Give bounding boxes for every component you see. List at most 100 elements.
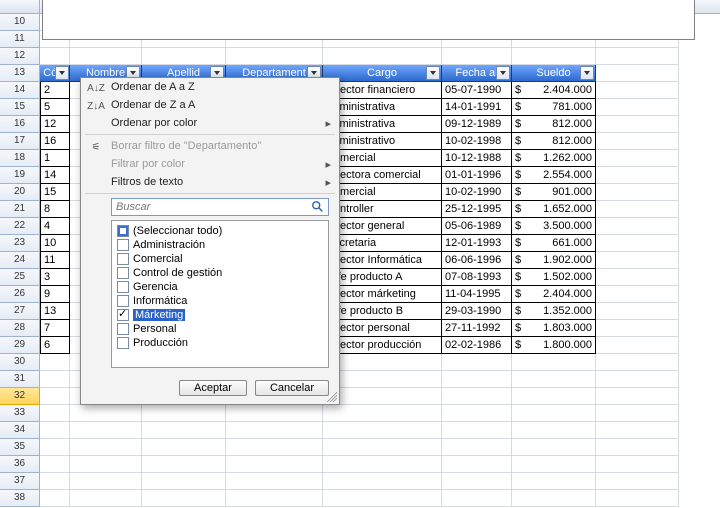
row-header[interactable]: 28 [0, 320, 40, 337]
header-sueldo[interactable]: Sueldo [512, 65, 596, 82]
row-header[interactable]: 13 [0, 65, 40, 82]
cell-fecha[interactable]: 07-08-1993 [442, 269, 512, 286]
cell[interactable] [323, 388, 442, 405]
cell[interactable] [40, 422, 70, 439]
checkbox[interactable] [117, 281, 129, 293]
header-fecha[interactable]: Fecha al [442, 65, 512, 82]
cell[interactable] [596, 490, 679, 507]
cell-sueldo[interactable]: $2.404.000 [512, 82, 596, 99]
cell[interactable] [323, 48, 442, 65]
cell[interactable] [226, 490, 323, 507]
cell[interactable] [70, 48, 142, 65]
cell-sueldo[interactable]: $901.000 [512, 184, 596, 201]
cell-cargo[interactable]: Directora comercial [323, 167, 442, 184]
filter-value-item[interactable]: Gerencia [115, 280, 325, 294]
cell[interactable] [512, 388, 596, 405]
row-header[interactable]: 30 [0, 354, 40, 371]
row-header[interactable]: 26 [0, 286, 40, 303]
cell[interactable] [323, 354, 442, 371]
row-header[interactable]: 31 [0, 371, 40, 388]
cell-fecha[interactable]: 06-06-1996 [442, 252, 512, 269]
cell[interactable] [512, 422, 596, 439]
cell[interactable] [70, 439, 142, 456]
filter-value-item[interactable]: (Seleccionar todo) [115, 224, 325, 238]
cell-fecha[interactable]: 29-03-1990 [442, 303, 512, 320]
row-header[interactable]: 24 [0, 252, 40, 269]
cell[interactable] [442, 439, 512, 456]
cell-sueldo[interactable]: $781.000 [512, 99, 596, 116]
header-codigo[interactable]: Códi [40, 65, 70, 82]
cell[interactable] [512, 456, 596, 473]
cell-cargo[interactable]: Administrativa [323, 116, 442, 133]
cell[interactable] [596, 133, 679, 150]
cell[interactable] [596, 150, 679, 167]
cell-fecha[interactable]: 10-02-1998 [442, 133, 512, 150]
row-header[interactable]: 34 [0, 422, 40, 439]
cell[interactable] [596, 218, 679, 235]
filter-value-item[interactable]: Control de gestión [115, 266, 325, 280]
cell[interactable] [40, 456, 70, 473]
row-header[interactable]: 14 [0, 82, 40, 99]
cell[interactable] [596, 422, 679, 439]
cell[interactable] [40, 371, 70, 388]
cell[interactable] [596, 354, 679, 371]
cell[interactable] [596, 303, 679, 320]
cell[interactable] [512, 490, 596, 507]
cell[interactable] [142, 490, 226, 507]
cell[interactable] [323, 490, 442, 507]
filter-value-item[interactable]: Personal [115, 322, 325, 336]
cell[interactable] [596, 456, 679, 473]
cell[interactable] [596, 82, 679, 99]
row-header[interactable]: 19 [0, 167, 40, 184]
cell-codigo[interactable]: 1 [40, 150, 70, 167]
cell[interactable] [142, 439, 226, 456]
cell[interactable] [323, 456, 442, 473]
cell-fecha[interactable]: 11-04-1995 [442, 286, 512, 303]
cell[interactable] [323, 473, 442, 490]
cell[interactable] [512, 473, 596, 490]
cell[interactable] [226, 439, 323, 456]
cell[interactable] [70, 490, 142, 507]
cell-cargo[interactable]: Director general [323, 218, 442, 235]
cell[interactable] [226, 405, 323, 422]
sort-za[interactable]: Z↓A Ordenar de Z a A [81, 96, 339, 114]
cell[interactable] [596, 116, 679, 133]
cell-cargo[interactable]: Jefe producto B [323, 303, 442, 320]
checkbox[interactable] [117, 253, 129, 265]
cell[interactable] [226, 456, 323, 473]
cell[interactable] [442, 456, 512, 473]
cell[interactable] [442, 490, 512, 507]
row-header[interactable]: 36 [0, 456, 40, 473]
cell[interactable] [40, 473, 70, 490]
cell[interactable] [40, 48, 70, 65]
cell[interactable] [596, 167, 679, 184]
cell[interactable] [596, 320, 679, 337]
cell-fecha[interactable]: 05-06-1989 [442, 218, 512, 235]
cell[interactable] [142, 422, 226, 439]
cell-sueldo[interactable]: $3.500.000 [512, 218, 596, 235]
cell-cargo[interactable]: Administrativo [323, 133, 442, 150]
row-header[interactable]: 21 [0, 201, 40, 218]
cell[interactable] [142, 473, 226, 490]
cell-codigo[interactable]: 3 [40, 269, 70, 286]
cell[interactable] [323, 422, 442, 439]
cell[interactable] [323, 439, 442, 456]
cell-cargo[interactable]: Controller [323, 201, 442, 218]
cell[interactable] [596, 252, 679, 269]
cell[interactable] [442, 371, 512, 388]
cell[interactable] [512, 48, 596, 65]
cell[interactable] [596, 286, 679, 303]
row-header[interactable]: 20 [0, 184, 40, 201]
cell[interactable] [442, 48, 512, 65]
row-header[interactable]: 37 [0, 473, 40, 490]
cell[interactable] [142, 405, 226, 422]
cell-fecha[interactable]: 27-11-1992 [442, 320, 512, 337]
cell-codigo[interactable]: 2 [40, 82, 70, 99]
cell[interactable] [442, 405, 512, 422]
cell[interactable] [40, 405, 70, 422]
row-header[interactable]: 22 [0, 218, 40, 235]
cell[interactable] [40, 439, 70, 456]
cell-codigo[interactable]: 15 [40, 184, 70, 201]
row-header[interactable]: 25 [0, 269, 40, 286]
cell[interactable] [512, 439, 596, 456]
